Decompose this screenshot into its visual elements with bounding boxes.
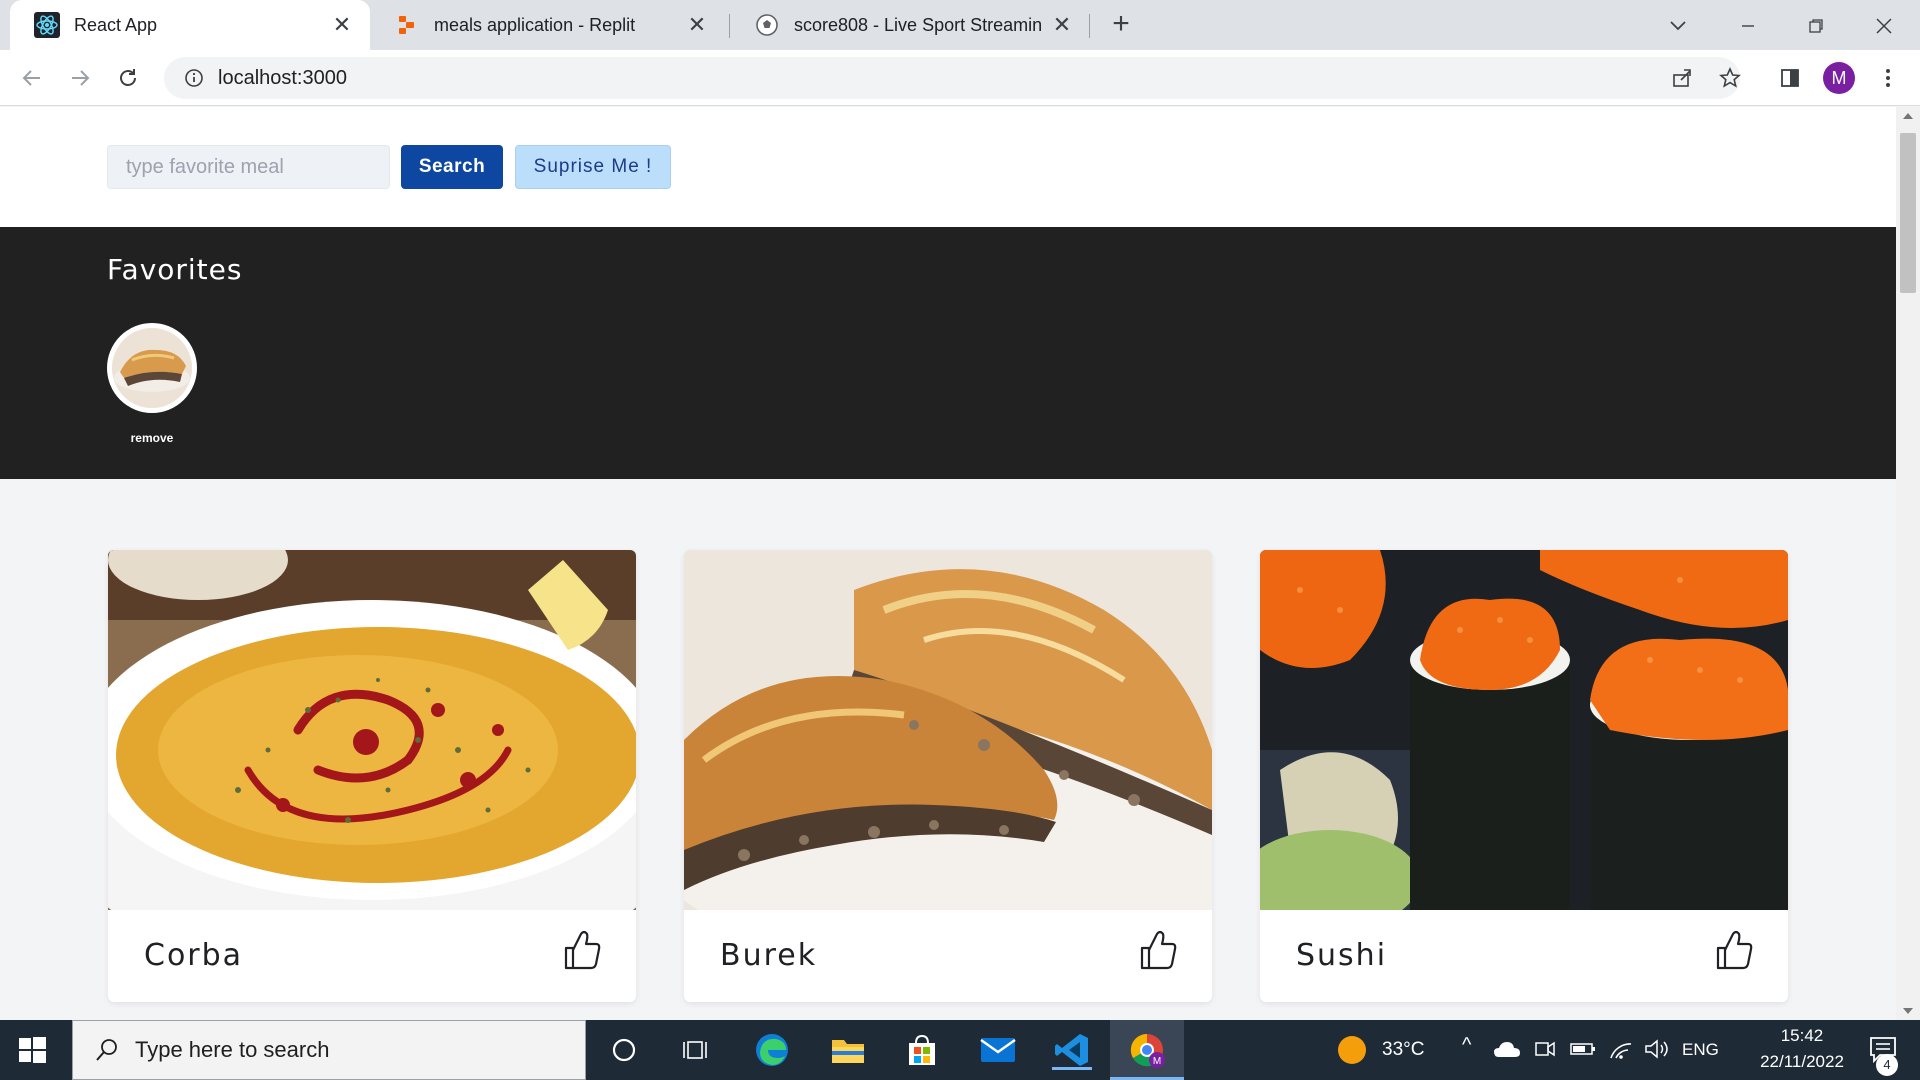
tab-title: React App xyxy=(74,14,158,35)
meal-card: Corba xyxy=(108,550,636,1002)
meal-search-input[interactable] xyxy=(107,145,390,189)
profile-avatar[interactable]: M xyxy=(1823,62,1855,94)
tab-search-chevron-icon[interactable] xyxy=(1660,8,1696,44)
tab-react-app[interactable]: React App ✕ xyxy=(10,0,370,50)
tab-replit[interactable]: meals application - Replit ✕ xyxy=(370,0,725,50)
remove-favorite-link[interactable]: remove xyxy=(107,431,197,445)
weather-sun-icon[interactable] xyxy=(1338,1036,1366,1064)
share-icon[interactable] xyxy=(1664,60,1700,96)
close-tab-icon[interactable]: ✕ xyxy=(1050,12,1074,37)
tab-title: meals application - Replit xyxy=(434,14,636,35)
thumbs-up-icon[interactable] xyxy=(1714,928,1754,972)
favorites-section: Favorites remove xyxy=(0,227,1896,479)
restore-icon[interactable] xyxy=(1798,8,1834,44)
onedrive-icon[interactable] xyxy=(1490,1032,1524,1066)
clock-time[interactable]: 15:42 xyxy=(1762,1026,1842,1046)
microsoft-store-icon[interactable] xyxy=(902,1030,942,1070)
meet-now-icon[interactable] xyxy=(1528,1032,1562,1066)
favorite-meal-thumbnail[interactable] xyxy=(107,323,197,413)
thumbs-up-icon[interactable] xyxy=(562,928,602,972)
scroll-down-icon[interactable] xyxy=(1903,1008,1913,1014)
soccer-ball-icon xyxy=(754,12,780,38)
search-header: Search Suprise Me ! xyxy=(0,107,1896,227)
chrome-icon: M xyxy=(1130,1033,1165,1068)
browser-toolbar: localhost:3000 M xyxy=(0,50,1920,106)
close-window-icon[interactable] xyxy=(1866,8,1902,44)
meal-name: Sushi xyxy=(1296,938,1388,973)
reload-icon[interactable] xyxy=(110,60,146,96)
browser-tab-strip: React App ✕ meals application - Replit ✕… xyxy=(0,0,1920,50)
tab-separator xyxy=(1089,14,1090,38)
taskbar-search-placeholder: Type here to search xyxy=(135,1037,330,1062)
meal-image-burek xyxy=(684,550,1212,910)
weather-temperature[interactable]: 33°C xyxy=(1382,1039,1424,1061)
tab-title: score808 - Live Sport Streaming, xyxy=(794,14,1042,35)
svg-text:M: M xyxy=(1153,1056,1161,1067)
bookmark-star-icon[interactable] xyxy=(1712,60,1748,96)
notification-count-badge: 4 xyxy=(1876,1054,1898,1076)
kebab-menu-icon[interactable] xyxy=(1870,60,1906,96)
show-hidden-icons-chevron-icon[interactable]: ^ xyxy=(1462,1034,1471,1057)
windows-taskbar: Type here to search M 33°C ^ ENG 15:42 2… xyxy=(0,1020,1920,1080)
new-tab-icon[interactable]: + xyxy=(1106,9,1136,40)
close-tab-icon[interactable]: ✕ xyxy=(685,12,709,37)
thumbs-up-icon[interactable] xyxy=(1138,928,1178,972)
minimize-icon[interactable] xyxy=(1730,8,1766,44)
scroll-up-icon[interactable] xyxy=(1903,113,1913,119)
back-icon[interactable] xyxy=(14,60,50,96)
windows-start-icon[interactable] xyxy=(16,1034,48,1066)
battery-icon[interactable] xyxy=(1566,1032,1600,1066)
forward-icon[interactable] xyxy=(62,60,98,96)
meal-name: Burek xyxy=(720,938,818,973)
file-explorer-icon[interactable] xyxy=(828,1030,868,1070)
surprise-me-button[interactable]: Suprise Me ! xyxy=(515,145,671,189)
meal-image-sushi xyxy=(1260,550,1788,910)
page-scrollbar[interactable] xyxy=(1896,107,1920,1020)
input-language[interactable]: ENG xyxy=(1682,1040,1719,1060)
meal-image-corba xyxy=(108,550,636,910)
meal-card: Sushi xyxy=(1260,550,1788,1002)
react-icon xyxy=(34,12,60,38)
meal-name: Corba xyxy=(144,938,244,973)
site-info-icon[interactable] xyxy=(182,66,206,90)
vscode-icon[interactable] xyxy=(1052,1030,1092,1070)
wifi-icon[interactable] xyxy=(1604,1032,1638,1066)
taskbar-search-box[interactable]: Type here to search xyxy=(72,1020,586,1080)
favorites-title: Favorites xyxy=(107,253,243,286)
volume-icon[interactable] xyxy=(1640,1032,1674,1066)
search-button[interactable]: Search xyxy=(401,145,503,189)
task-view-icon[interactable] xyxy=(676,1030,716,1070)
edge-icon[interactable] xyxy=(752,1030,792,1070)
tab-score808[interactable]: score808 - Live Sport Streaming, ✕ xyxy=(730,0,1090,50)
url-text: localhost:3000 xyxy=(218,66,347,89)
meals-grid: Corba Burek Sushi xyxy=(0,479,1896,1020)
address-bar[interactable]: localhost:3000 xyxy=(164,57,1740,99)
side-panel-icon[interactable] xyxy=(1772,60,1808,96)
close-tab-icon[interactable]: ✕ xyxy=(330,12,354,37)
favorite-item: remove xyxy=(107,323,197,445)
chrome-taskbar-button[interactable]: M xyxy=(1110,1020,1184,1080)
magnifier-icon xyxy=(96,1039,117,1061)
meal-card: Burek xyxy=(684,550,1212,1002)
scrollbar-thumb[interactable] xyxy=(1900,133,1916,293)
replit-icon xyxy=(394,12,420,38)
cortana-icon[interactable] xyxy=(604,1030,644,1070)
mail-icon[interactable] xyxy=(978,1030,1018,1070)
page-viewport: Search Suprise Me ! Favorites remove xyxy=(0,107,1896,1020)
clock-date[interactable]: 22/11/2022 xyxy=(1740,1052,1864,1072)
